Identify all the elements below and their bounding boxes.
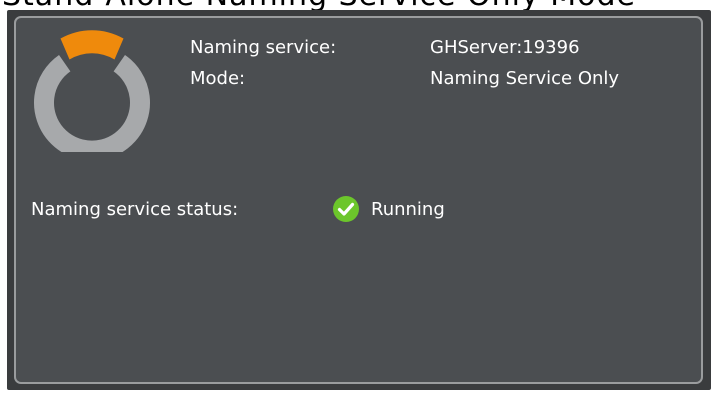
naming-service-label: Naming service: [190,37,337,58]
check-circle-icon [333,196,359,222]
naming-service-logo-icon [34,30,150,152]
mode-value: Naming Service Only [430,68,620,89]
naming-service-value: GHServer:19396 [430,37,580,58]
status-value: Running [371,199,445,220]
mode-label: Mode: [190,68,246,89]
top-banner: Stand-Alone Naming Service Only Mode [0,0,715,10]
status-label: Naming service status: [31,199,239,220]
top-banner-text: Stand-Alone Naming Service Only Mode [2,0,636,10]
